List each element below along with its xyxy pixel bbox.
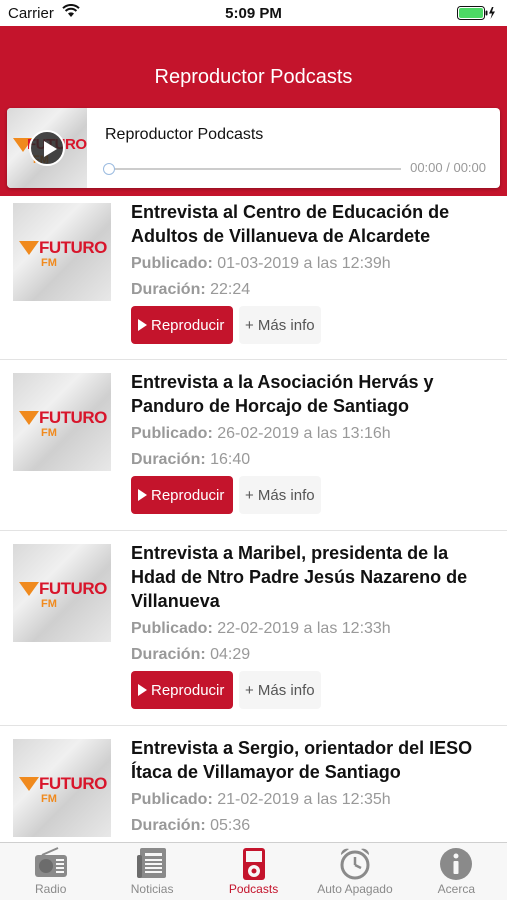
logo-triangle-icon bbox=[19, 777, 39, 791]
podcast-list[interactable]: FUTURO FM Entrevista al Centro de Educac… bbox=[0, 196, 507, 842]
logo-brand: FUTURO bbox=[39, 579, 107, 598]
progress-slider[interactable] bbox=[103, 163, 401, 175]
tab-bar: Radio Noticias Podcasts Auto Apagado Ace… bbox=[0, 842, 507, 900]
play-icon bbox=[138, 684, 147, 696]
newspaper-icon bbox=[136, 847, 168, 884]
podcast-title[interactable]: Entrevista a Sergio, orientador del IESO… bbox=[131, 736, 497, 784]
play-button-label: Reproducir bbox=[151, 316, 225, 334]
logo-sub: FM bbox=[41, 427, 57, 439]
podcast-published: Publicado: 22-02-2019 a las 12:33h bbox=[131, 619, 497, 639]
podcast-published: Publicado: 21-02-2019 a las 12:35h bbox=[131, 790, 497, 810]
duration-value: 05:36 bbox=[210, 817, 251, 834]
logo-triangle-icon bbox=[19, 241, 39, 255]
status-bar: Carrier 5:09 PM bbox=[0, 0, 507, 26]
podcast-published: Publicado: 01-03-2019 a las 12:39h bbox=[131, 254, 497, 274]
logo-brand: FUTURO bbox=[39, 238, 107, 257]
published-label: Publicado: bbox=[131, 620, 213, 637]
clock-label: 5:09 PM bbox=[225, 5, 282, 22]
tab-radio[interactable]: Radio bbox=[0, 843, 101, 900]
logo-sub: FM bbox=[41, 257, 57, 269]
duration-label: Duración: bbox=[131, 451, 206, 468]
radio-icon bbox=[34, 847, 68, 884]
play-button[interactable]: Reproducir bbox=[131, 671, 233, 709]
podcast-duration: Duración: 05:36 bbox=[131, 816, 497, 836]
play-button[interactable]: Reproducir bbox=[131, 306, 233, 344]
slider-knob[interactable] bbox=[103, 163, 115, 175]
published-label: Publicado: bbox=[131, 425, 213, 442]
tab-auto-apagado[interactable]: Auto Apagado bbox=[304, 843, 405, 900]
logo-brand: FUTURO bbox=[39, 408, 107, 427]
tab-podcasts[interactable]: Podcasts bbox=[203, 843, 304, 900]
list-item: FUTURO FM Entrevista al Centro de Educac… bbox=[0, 196, 507, 360]
tab-acerca[interactable]: Acerca bbox=[406, 843, 507, 900]
page-title: Reproductor Podcasts bbox=[154, 66, 353, 88]
more-info-button[interactable]: + Más info bbox=[239, 476, 321, 514]
more-info-button[interactable]: + Más info bbox=[239, 306, 321, 344]
play-icon bbox=[138, 489, 147, 501]
podcast-duration: Duración: 16:40 bbox=[131, 450, 497, 470]
tab-label: Acerca bbox=[437, 882, 475, 896]
podcast-artwork: FUTURO FM bbox=[13, 544, 111, 642]
podcast-title[interactable]: Entrevista a Maribel, presidenta de la H… bbox=[131, 541, 497, 613]
play-icon bbox=[138, 319, 147, 331]
player-time: 00:00 / 00:00 bbox=[410, 160, 486, 175]
play-icon[interactable] bbox=[29, 130, 65, 166]
battery-icon bbox=[457, 6, 497, 20]
duration-value: 04:29 bbox=[210, 646, 251, 663]
podcast-artwork: FUTURO FM bbox=[13, 373, 111, 471]
info-icon bbox=[439, 847, 473, 886]
podcast-duration: Duración: 22:24 bbox=[131, 280, 497, 300]
podcast-published: Publicado: 26-02-2019 a las 13:16h bbox=[131, 424, 497, 444]
podcast-artwork: FUTURO FM bbox=[13, 739, 111, 837]
logo-sub: FM bbox=[41, 598, 57, 610]
logo-triangle-icon bbox=[19, 411, 39, 425]
published-value: 01-03-2019 a las 12:39h bbox=[217, 255, 391, 272]
podcast-artwork: FUTURO FM bbox=[13, 203, 111, 301]
podcast-title[interactable]: Entrevista al Centro de Educación de Adu… bbox=[131, 200, 497, 248]
published-value: 21-02-2019 a las 12:35h bbox=[217, 791, 391, 808]
podcast-player: FUTURO FM Reproductor Podcasts 00:00 / 0… bbox=[7, 108, 500, 188]
list-item: FUTURO FM Entrevista a Sergio, orientado… bbox=[0, 726, 507, 842]
published-value: 26-02-2019 a las 13:16h bbox=[217, 425, 391, 442]
duration-value: 22:24 bbox=[210, 281, 251, 298]
play-button-label: Reproducir bbox=[151, 681, 225, 699]
tab-label: Radio bbox=[35, 882, 67, 896]
list-item: FUTURO FM Entrevista a la Asociación Her… bbox=[0, 360, 507, 531]
duration-label: Duración: bbox=[131, 646, 206, 663]
tab-label: Podcasts bbox=[228, 882, 279, 896]
list-item: FUTURO FM Entrevista a Maribel, presiden… bbox=[0, 531, 507, 726]
play-button[interactable]: Reproducir bbox=[131, 476, 233, 514]
tab-noticias[interactable]: Noticias bbox=[101, 843, 202, 900]
duration-value: 16:40 bbox=[210, 451, 251, 468]
player-artwork: FUTURO FM bbox=[7, 108, 87, 188]
tab-label: Auto Apagado bbox=[317, 882, 393, 896]
more-info-button[interactable]: + Más info bbox=[239, 671, 321, 709]
alarm-clock-icon bbox=[338, 847, 372, 886]
tab-label: Noticias bbox=[130, 882, 174, 896]
play-button-label: Reproducir bbox=[151, 486, 225, 504]
podcast-duration: Duración: 04:29 bbox=[131, 645, 497, 665]
player-title: Reproductor Podcasts bbox=[105, 126, 264, 143]
logo-brand: FUTURO bbox=[39, 774, 107, 793]
logo-triangle-icon bbox=[19, 582, 39, 596]
duration-label: Duración: bbox=[131, 817, 206, 834]
published-value: 22-02-2019 a las 12:33h bbox=[217, 620, 391, 637]
published-label: Publicado: bbox=[131, 791, 213, 808]
podcast-title[interactable]: Entrevista a la Asociación Hervás y Pand… bbox=[131, 370, 497, 418]
duration-label: Duración: bbox=[131, 281, 206, 298]
logo-sub: FM bbox=[41, 793, 57, 805]
ipod-icon bbox=[242, 847, 266, 886]
published-label: Publicado: bbox=[131, 255, 213, 272]
